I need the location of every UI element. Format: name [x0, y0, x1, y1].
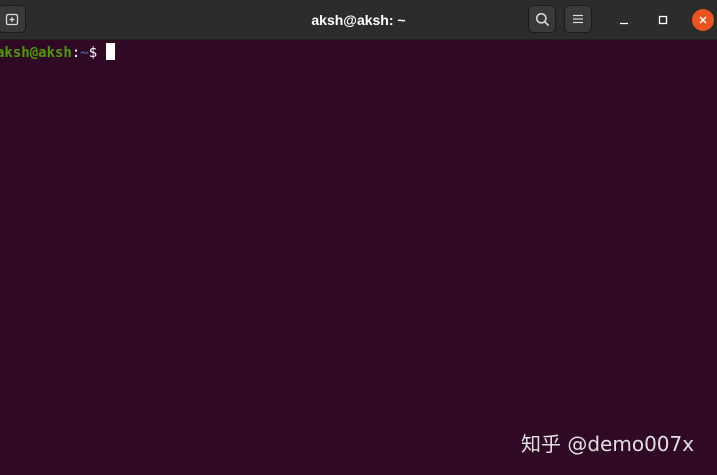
- search-icon: [535, 12, 549, 26]
- new-tab-button[interactable]: [0, 5, 26, 33]
- new-tab-icon: [5, 13, 19, 26]
- text-cursor: [105, 43, 115, 60]
- terminal-window: aksh@aksh: ~ aksh@aksh:~$ 知乎 @demo007x: [0, 0, 717, 475]
- prompt-line: aksh@aksh:~$: [0, 43, 115, 61]
- close-button[interactable]: [692, 9, 714, 31]
- minimize-button[interactable]: [613, 9, 635, 31]
- header-bar: aksh@aksh: ~: [0, 0, 717, 40]
- minimize-icon: [620, 22, 628, 25]
- window-title: aksh@aksh: ~: [311, 12, 406, 28]
- close-icon: [699, 16, 707, 24]
- prompt-path: ~: [80, 45, 89, 61]
- maximize-icon: [658, 15, 668, 25]
- hamburger-menu-icon: [573, 14, 583, 24]
- maximize-button[interactable]: [652, 9, 674, 31]
- watermark-text: 知乎 @demo007x: [521, 432, 695, 456]
- search-button[interactable]: [528, 5, 556, 33]
- prompt-symbol: $: [88, 45, 106, 61]
- terminal-output-area[interactable]: aksh@aksh:~$: [0, 40, 717, 475]
- menu-button[interactable]: [564, 5, 592, 33]
- prompt-user-host: aksh@aksh: [0, 45, 72, 61]
